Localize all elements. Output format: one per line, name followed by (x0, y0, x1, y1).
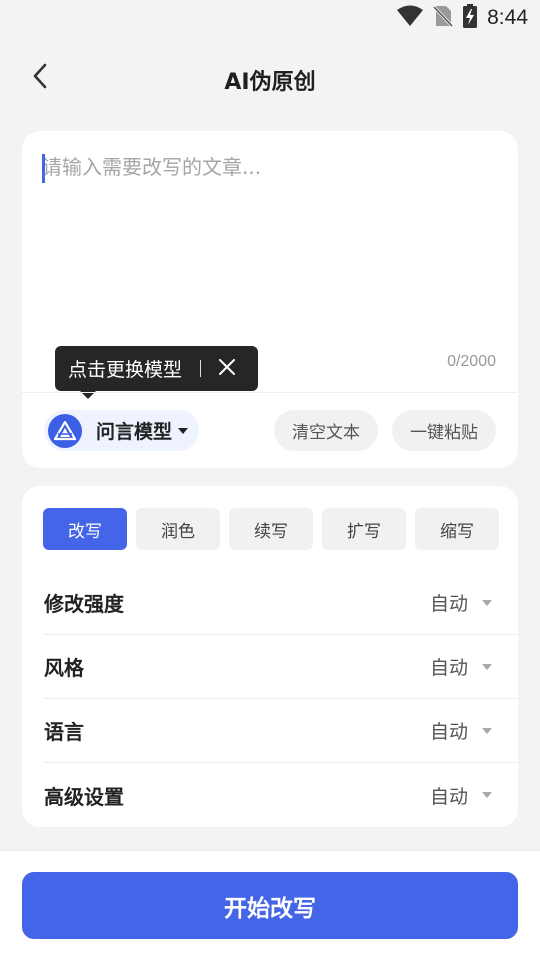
mode-tabs: 改写 润色 续写 扩写 缩写 (43, 508, 499, 550)
char-count: 0/2000 (447, 353, 496, 370)
tooltip-divider (200, 360, 202, 377)
setting-value: 自动 (429, 721, 468, 743)
caret-down-icon (178, 427, 189, 434)
text-caret (42, 154, 45, 183)
setting-value: 自动 (429, 785, 468, 808)
caret-down-icon (482, 599, 492, 606)
caret-down-icon (482, 792, 492, 798)
setting-label: 风格 (44, 656, 84, 680)
caret-down-icon (482, 727, 492, 734)
caret-down-icon (482, 663, 492, 670)
setting-label: 语言 (44, 720, 84, 744)
article-input[interactable] (42, 151, 492, 361)
start-rewrite-button[interactable]: 开始改写 (22, 872, 518, 939)
setting-row-style[interactable]: 风格 自动 (44, 635, 518, 699)
app-header: AI伪原创 (0, 52, 540, 104)
tab-expand[interactable]: 扩写 (322, 508, 406, 550)
setting-value: 自动 (429, 657, 468, 679)
tooltip-text: 点击更换模型 (68, 359, 183, 381)
change-model-tooltip: 点击更换模型 (55, 346, 258, 399)
model-logo-icon (48, 413, 82, 448)
setting-row-language[interactable]: 语言 自动 (44, 699, 518, 763)
page-title: AI伪原创 (224, 70, 316, 95)
options-card: 改写 润色 续写 扩写 缩写 修改强度 自动 风格 自动 语言 自动 高级设置 … (22, 486, 518, 827)
close-icon (219, 358, 236, 379)
clear-text-button[interactable]: 清空文本 (274, 410, 378, 451)
model-label: 问言模型 (96, 421, 173, 443)
input-card: 0/2000 点击更换模型 问言模型 清空文本 一键粘贴 (22, 131, 518, 468)
status-bar: 8:44 (0, 0, 540, 36)
setting-value: 自动 (429, 593, 468, 615)
no-sim-icon (433, 5, 454, 31)
tab-polish[interactable]: 润色 (136, 508, 220, 550)
setting-label: 高级设置 (44, 784, 124, 809)
setting-row-intensity[interactable]: 修改强度 自动 (44, 571, 518, 635)
wifi-icon (397, 5, 424, 31)
model-selector[interactable]: 问言模型 (44, 410, 199, 451)
paste-button[interactable]: 一键粘贴 (392, 410, 496, 451)
setting-label: 修改强度 (44, 592, 124, 616)
status-icons: 8:44 (397, 4, 528, 32)
status-time: 8:44 (487, 6, 528, 29)
battery-charging-icon (463, 4, 478, 32)
bottom-bar: 开始改写 (0, 850, 540, 960)
setting-row-advanced[interactable]: 高级设置 自动 (44, 763, 518, 827)
card-divider (22, 392, 518, 393)
tab-continue[interactable]: 续写 (229, 508, 313, 550)
tab-rewrite[interactable]: 改写 (43, 508, 127, 550)
tooltip-close-button[interactable] (217, 358, 237, 379)
tab-shorten[interactable]: 缩写 (415, 508, 499, 550)
